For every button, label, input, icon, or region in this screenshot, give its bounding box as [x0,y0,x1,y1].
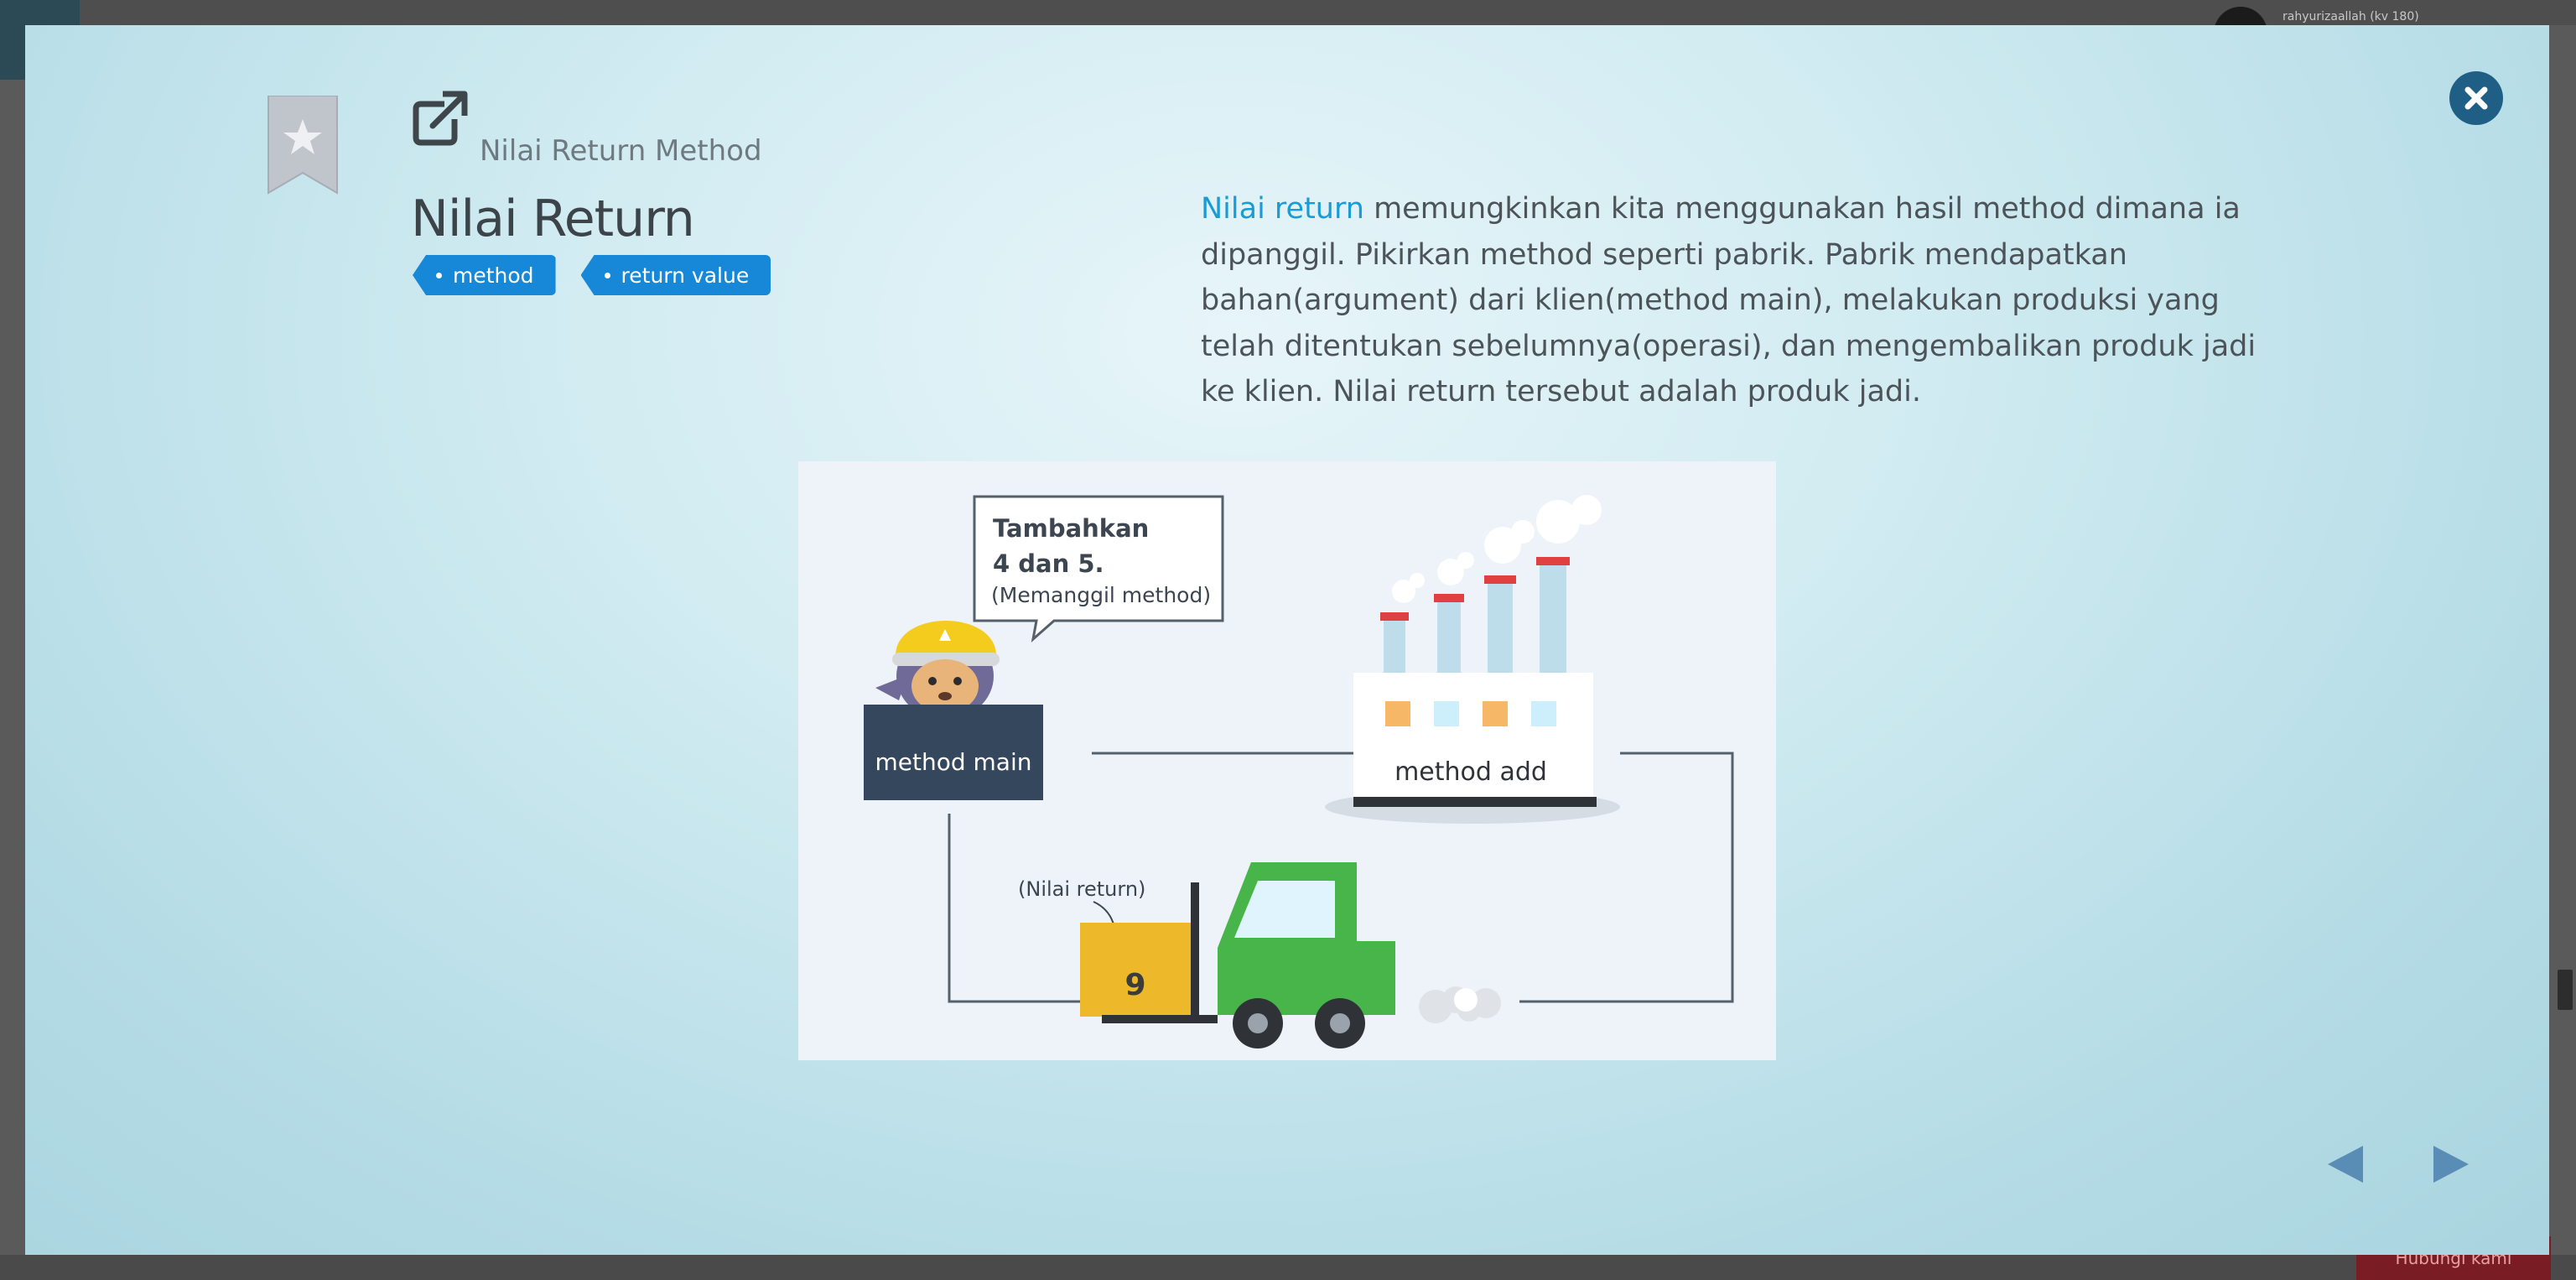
bubble-line-2: 4 dan 5. [993,549,1104,578]
speech-bubble: Tambahkan 4 dan 5. (Memanggil method) [973,495,1224,643]
close-button[interactable] [2449,71,2503,125]
scrollbar-thumb[interactable] [2558,970,2573,1010]
close-icon [2464,86,2488,110]
bubble-line-3: (Memanggil method) [991,583,1211,607]
arrow-right-icon [2433,1146,2469,1183]
tag-return-value[interactable]: return value [580,255,771,295]
arrow-left-icon [2328,1146,2363,1183]
app-footer [0,1255,2576,1280]
external-link-button[interactable] [411,89,470,148]
bookmark-button[interactable] [267,95,339,195]
tag-dot [604,273,610,278]
description-text: Nilai return memungkinkan kita menggunak… [1201,186,2283,415]
external-link-icon [413,91,468,146]
tag-label: return value [621,263,750,288]
box-value: 9 [1124,968,1145,1002]
method-illustration: Tambahkan 4 dan 5. (Memanggil method) me… [798,461,1776,1060]
slide-subtitle: Nilai Return Method [480,134,762,168]
next-slide-button[interactable] [2423,1139,2474,1189]
bookmark-star-icon [267,95,338,195]
return-value-label: (Nilai return) [1018,877,1145,901]
username-label: rahyurizaallah (kv 180) [2283,10,2419,23]
tag-label: method [453,263,534,288]
method-main-box: method main [864,705,1043,800]
tag-dot [436,273,442,278]
app-header [80,0,2576,25]
method-add-label: method add [1394,757,1547,787]
method-main-label: method main [875,748,1032,776]
tag-list: method return value [413,255,771,295]
slide-modal: Nilai Return Method Nilai Return method … [25,25,2549,1255]
prev-slide-button[interactable] [2323,1139,2373,1189]
page-title: Nilai Return [411,190,695,248]
tag-method[interactable]: method [413,255,556,295]
factory-icon: method add [1325,495,1620,824]
description-highlight[interactable]: Nilai return [1201,192,1364,226]
bubble-line-1: Tambahkan [993,514,1149,543]
